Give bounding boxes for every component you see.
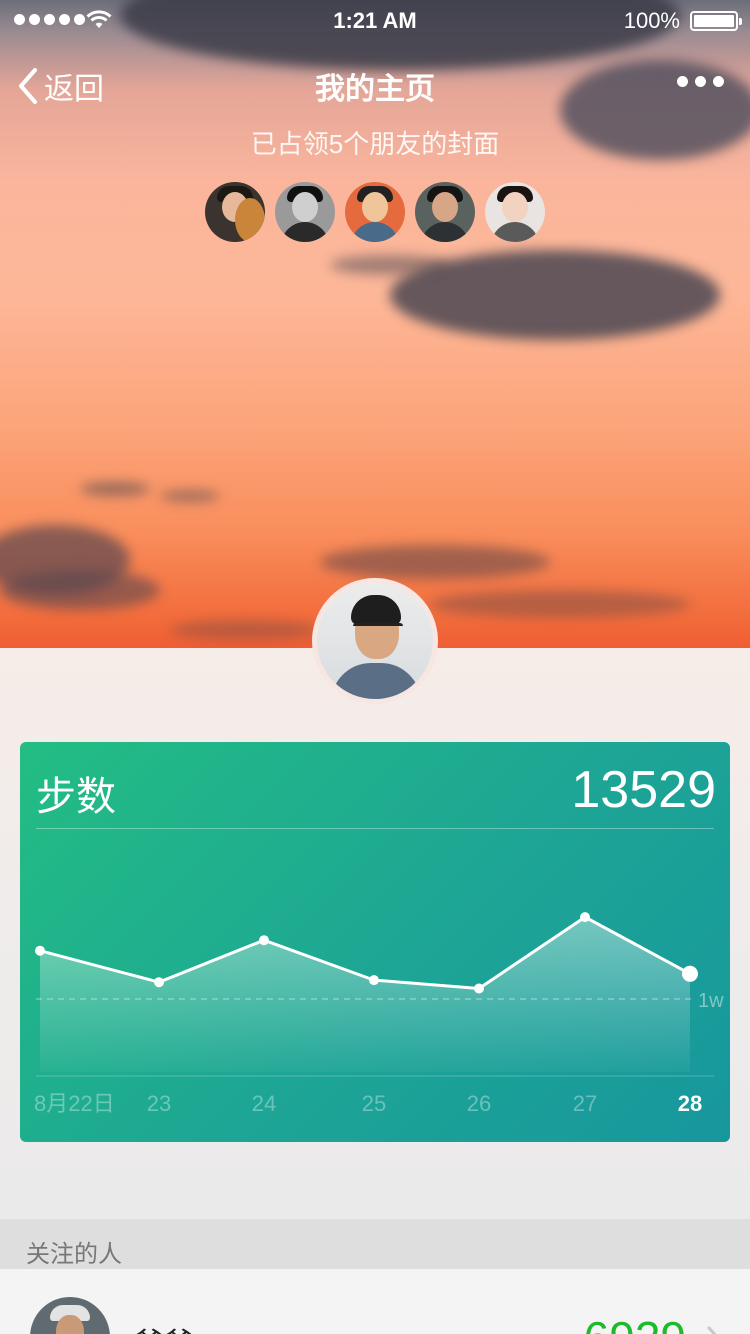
data-point[interactable] <box>154 977 164 988</box>
list-item-steps: 6929 <box>584 1311 686 1334</box>
data-point[interactable] <box>35 945 45 956</box>
section-label: 关注的人 <box>26 1241 122 1268</box>
friend-avatars <box>205 182 545 242</box>
list-item-name: 爸爸 <box>134 1319 194 1334</box>
x-tick-label: 24 <box>252 1091 276 1116</box>
chevron-right-icon <box>707 1326 717 1334</box>
steps-chart: 1w 8月22日 23 24 25 26 27 28 <box>34 912 724 1116</box>
friend-avatar[interactable] <box>205 182 265 242</box>
data-point[interactable] <box>259 935 269 946</box>
friend-avatar[interactable] <box>345 182 405 242</box>
steps-card[interactable]: 步数 13529 1w 8月22日 23 24 25 26 27 28 <box>20 742 730 1142</box>
x-tick-label: 8月22日 <box>34 1091 115 1116</box>
x-tick-label: 23 <box>147 1091 171 1116</box>
battery-percentage: 100% <box>623 8 680 33</box>
friend-avatar[interactable] <box>415 182 475 242</box>
page-title: 我的主页 <box>315 73 435 106</box>
x-tick-label: 28 <box>678 1091 702 1116</box>
data-point[interactable] <box>682 965 698 982</box>
chart-area <box>40 917 690 1072</box>
battery-icon <box>690 11 742 31</box>
x-tick-label: 27 <box>573 1091 597 1116</box>
reference-label: 1w <box>698 990 724 1012</box>
friend-avatar[interactable] <box>485 182 545 242</box>
data-point[interactable] <box>474 983 484 994</box>
profile-avatar[interactable] <box>312 578 438 704</box>
more-dots-icon[interactable] <box>677 76 724 87</box>
data-point[interactable] <box>369 975 379 986</box>
data-point[interactable] <box>580 912 590 923</box>
cover-subtitle: 已占领5个朋友的封面 <box>250 129 500 159</box>
avatar <box>30 1297 110 1334</box>
x-tick-label: 25 <box>362 1091 386 1116</box>
status-bar: 1:21 AM 100% <box>0 0 750 40</box>
x-tick-label: 26 <box>467 1091 491 1116</box>
friend-avatar[interactable] <box>275 182 335 242</box>
list-item[interactable]: 爸爸 6929 <box>0 1269 750 1334</box>
